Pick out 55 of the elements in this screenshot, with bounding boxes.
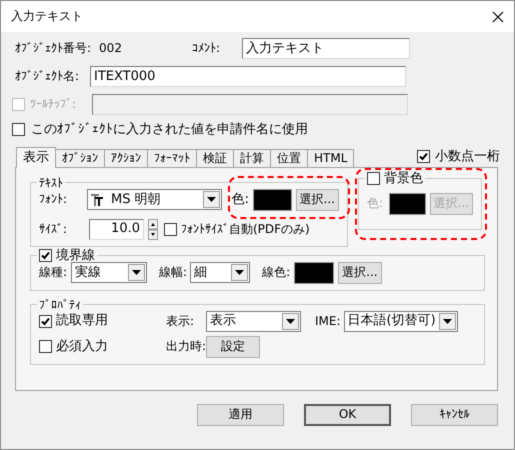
ime-dropdown[interactable]: 日本語(切替可) bbox=[344, 310, 458, 332]
field-label: 表示: bbox=[166, 314, 196, 328]
checkbox-label: ﾂｰﾙﾁｯﾌﾟ: bbox=[30, 97, 78, 112]
field-label: ｻｲｽﾞ: bbox=[39, 222, 68, 236]
settings-button[interactable]: 設定 bbox=[206, 336, 260, 358]
line-width-dropdown[interactable]: 細 bbox=[190, 262, 250, 284]
checkbox-label: 背景色 bbox=[384, 172, 423, 185]
field-label: 出力時: bbox=[166, 339, 206, 354]
color-swatch[interactable] bbox=[294, 262, 334, 284]
comment-field[interactable]: 入力テキスト bbox=[242, 38, 410, 59]
checkbox-label: このｵﾌﾞｼﾞｪｸﾄに入力された値を申請件名に使用 bbox=[31, 122, 308, 138]
field-label: ｺﾒﾝﾄ: bbox=[192, 41, 221, 56]
checkbox[interactable] bbox=[39, 248, 52, 262]
checkbox-label: 小数点一桁 bbox=[435, 148, 500, 164]
tab[interactable]: 表示 bbox=[16, 146, 56, 168]
checkbox-label: 必須入力 bbox=[56, 338, 109, 354]
dialog-button[interactable]: 適用 bbox=[197, 404, 284, 426]
checkbox-label: 読取専用 bbox=[56, 313, 109, 329]
field-label: 色: bbox=[367, 196, 384, 211]
dialog-button[interactable]: OK bbox=[304, 404, 391, 426]
checkbox[interactable] bbox=[417, 150, 430, 164]
font-dropdown[interactable]: MS 明朝 bbox=[87, 189, 222, 210]
size-field[interactable]: 10.0 bbox=[89, 218, 144, 240]
line-type-dropdown[interactable]: 実線 bbox=[71, 262, 148, 284]
checkbox[interactable] bbox=[39, 314, 52, 328]
field-label: ｵﾌﾞｼﾞｪｸﾄ番号: bbox=[15, 41, 92, 56]
field-label: 線種: bbox=[39, 265, 68, 280]
field-label: IME: bbox=[315, 314, 341, 328]
checkbox[interactable] bbox=[12, 123, 25, 136]
select-button[interactable]: 選択... bbox=[338, 262, 382, 284]
tab[interactable]: 計算 bbox=[233, 148, 271, 167]
object-number: 002 bbox=[99, 41, 122, 56]
select-button[interactable]: 選択... bbox=[296, 188, 339, 211]
tab[interactable]: 位置 bbox=[270, 148, 308, 167]
close-icon[interactable] bbox=[492, 10, 504, 22]
spinner-icon[interactable] bbox=[148, 218, 158, 240]
window-title: 入力テキスト bbox=[11, 9, 83, 24]
truetype-font-icon bbox=[91, 194, 104, 206]
field-label: 線幅: bbox=[159, 265, 188, 280]
field-label: 色: bbox=[232, 192, 250, 208]
display-dropdown[interactable]: 表示 bbox=[206, 310, 301, 332]
checkbox-label: 境界線 bbox=[56, 248, 95, 262]
checkbox-label: ﾌｫﾝﾄｻｲｽﾞ自動(PDFのみ) bbox=[181, 222, 310, 236]
field-label: ｵﾌﾞｼﾞｪｸﾄ名: bbox=[15, 69, 80, 84]
checkbox[interactable] bbox=[39, 340, 52, 354]
group-title: ﾌﾟﾛﾊﾟﾃｨ bbox=[39, 298, 81, 311]
tab[interactable]: HTML bbox=[307, 148, 354, 167]
tab[interactable]: 検証 bbox=[196, 148, 234, 167]
object-name-field[interactable]: ITEXT000 bbox=[90, 66, 406, 87]
color-swatch[interactable] bbox=[253, 188, 292, 211]
field-label: ﾌｫﾝﾄ: bbox=[39, 192, 68, 207]
group-title: ﾃｷｽﾄ bbox=[39, 176, 63, 189]
checkbox[interactable] bbox=[164, 222, 177, 236]
dialog-button[interactable]: ｷｬﾝｾﾙ bbox=[411, 404, 498, 426]
field-label: 線色: bbox=[262, 265, 290, 280]
